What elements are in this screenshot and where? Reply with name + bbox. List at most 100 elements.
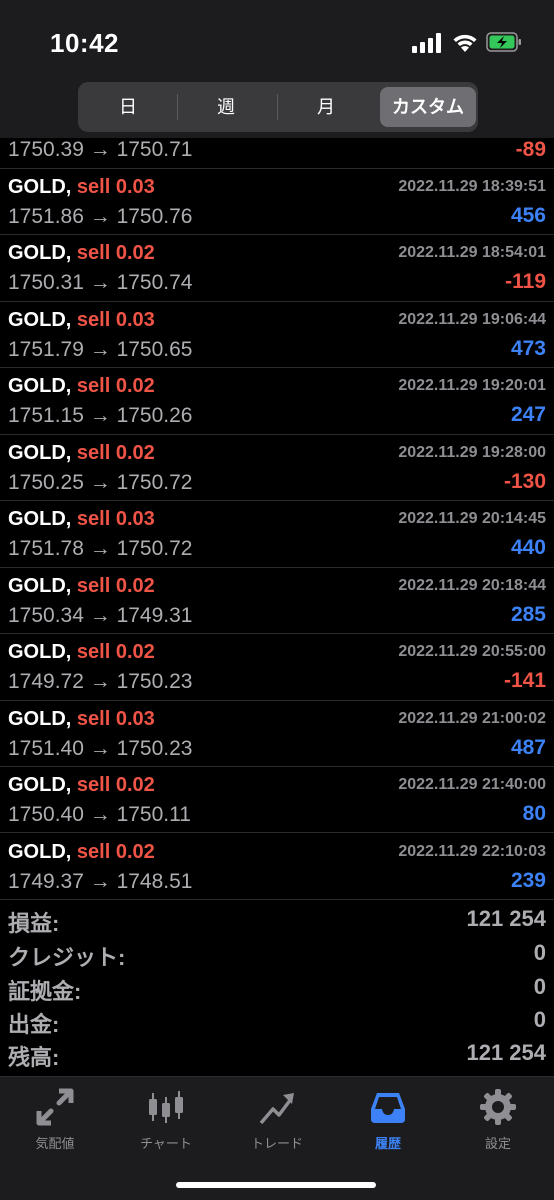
trade-row[interactable]: GOLD, sell 0.03 2022.11.29 21:00:02 1751.4… <box>0 701 554 767</box>
summary-credit-label: クレジット: <box>8 945 126 970</box>
summary-credit-row: クレジット: 0 <box>0 940 554 973</box>
summary-withdrawal-value: 0 <box>533 1007 546 1032</box>
trade-row[interactable]: GOLD, sell 0.02 2022.11.29 20:18:44 1750.3… <box>0 568 554 635</box>
trade-row[interactable]: GOLD, sell 0.02 2022.11.29 21:40:00 1750.4… <box>0 767 554 834</box>
segment-month[interactable]: 月 <box>278 87 374 127</box>
cellular-signal-icon <box>412 33 441 53</box>
trade-side-volume: sell 0.02 <box>76 242 155 265</box>
summary-profit-value: 121 254 <box>466 906 546 931</box>
trade-symbol-line: GOLD, sell 0.02 <box>8 774 155 797</box>
trade-row[interactable]: GOLD, sell 0.02 2022.11.29 19:28:00 1750.2… <box>0 435 554 502</box>
tab-history[interactable]: 履歴 <box>333 1087 443 1157</box>
trade-symbol-line: GOLD, sell 0.03 <box>8 176 155 199</box>
home-indicator <box>176 1182 376 1188</box>
status-time: 10:42 <box>50 28 119 58</box>
trade-symbol: GOLD, <box>8 774 72 797</box>
trade-datetime: 2022.11.29 22:10:03 <box>398 842 546 860</box>
trade-datetime: 2022.11.29 21:40:00 <box>398 776 546 794</box>
trade-side-volume: sell 0.02 <box>76 574 155 597</box>
trade-prices: 1750.31 → 1750.74 <box>8 271 193 295</box>
trade-profit: -119 <box>505 270 546 294</box>
segment-custom[interactable]: カスタム <box>380 87 476 127</box>
chart-icon <box>149 1091 183 1123</box>
trade-datetime: 2022.11.29 20:55:00 <box>398 643 546 661</box>
trade-row-partial[interactable]: 1750.39 → 1750.71 -89 <box>0 138 554 169</box>
summary-margin-label: 証拠金: <box>8 979 82 1004</box>
trade-symbol-line: GOLD, sell 0.02 <box>8 442 155 465</box>
trade-symbol-line: GOLD, sell 0.02 <box>8 841 155 864</box>
trade-profit: -130 <box>503 469 546 493</box>
trade-symbol: GOLD, <box>8 176 72 198</box>
trade-icon <box>259 1093 294 1125</box>
trade-datetime: 2022.11.29 18:39:51 <box>398 178 546 195</box>
tab-trade-label: トレード <box>250 1136 303 1151</box>
trade-row[interactable]: GOLD, sell 0.02 2022.11.29 19:20:01 1751.1… <box>0 368 554 435</box>
summary-balance-row: 残高: 121 254 <box>0 1040 554 1073</box>
tab-quotes-label: 気配値 <box>35 1136 75 1151</box>
trade-row[interactable]: GOLD, sell 0.03 2022.11.29 19:06:44 1751.7… <box>0 302 554 369</box>
trade-datetime: 2022.11.29 19:06:44 <box>398 310 546 328</box>
trade-row[interactable]: GOLD, sell 0.02 2022.11.29 18:54:01 1750.3… <box>0 235 554 302</box>
trade-side-volume: sell 0.03 <box>76 308 155 331</box>
trade-side-volume: sell 0.03 <box>76 176 155 198</box>
trade-profit: 80 <box>522 802 546 826</box>
trade-row[interactable]: GOLD, sell 0.02 2022.11.29 22:10:03 1749.3… <box>0 834 554 900</box>
wifi-icon <box>453 34 477 52</box>
trade-profit: -89 <box>515 138 546 161</box>
trade-prices: 1749.37 → 1748.51 <box>8 869 193 893</box>
tab-history-label: 履歴 <box>374 1136 401 1151</box>
trade-row[interactable]: GOLD, sell 0.02 2022.11.29 20:55:00 1749.7… <box>0 634 554 701</box>
quotes-icon <box>36 1088 74 1126</box>
tab-trade[interactable]: トレード <box>222 1087 332 1157</box>
trade-prices: 1750.34 → 1749.31 <box>8 603 193 627</box>
trade-symbol: GOLD, <box>8 707 72 730</box>
trade-profit: -141 <box>503 669 546 693</box>
trade-datetime: 2022.11.29 19:28:00 <box>398 443 546 461</box>
tab-settings[interactable]: 設定 <box>443 1087 553 1157</box>
trade-side-volume: sell 0.03 <box>76 508 155 531</box>
trade-datetime: 2022.11.29 21:00:02 <box>398 709 546 727</box>
tab-quotes[interactable]: 気配値 <box>0 1087 110 1157</box>
trade-side-volume: sell 0.02 <box>76 441 155 464</box>
trade-symbol-line: GOLD, sell 0.02 <box>8 575 155 598</box>
tab-settings-label: 設定 <box>484 1136 511 1151</box>
trade-profit: 456 <box>510 204 546 227</box>
trade-symbol-line: GOLD, sell 0.03 <box>8 708 155 731</box>
trade-symbol-line: GOLD, sell 0.02 <box>8 242 155 265</box>
trade-symbol-line: GOLD, sell 0.02 <box>8 375 155 398</box>
trade-symbol: GOLD, <box>8 375 72 398</box>
trade-row[interactable]: GOLD, sell 0.03 2022.11.29 20:14:45 1751.7… <box>0 501 554 568</box>
trade-symbol-line: GOLD, sell 0.02 <box>8 641 155 664</box>
status-bar: 10:42 <box>0 0 554 88</box>
segment-week[interactable]: 週 <box>178 87 274 127</box>
trade-prices: 1750.39 → 1750.71 <box>8 138 193 161</box>
battery-charging-icon <box>486 32 521 52</box>
trade-prices: 1750.25 → 1750.72 <box>8 470 193 494</box>
trade-symbol: GOLD, <box>8 641 72 664</box>
tab-chart-label: チャート <box>140 1136 192 1151</box>
trade-symbol: GOLD, <box>8 441 72 464</box>
trade-prices: 1750.40 → 1750.11 <box>8 803 191 827</box>
trade-symbol: GOLD, <box>8 242 72 265</box>
trade-profit: 487 <box>510 735 546 759</box>
tab-chart[interactable]: チャート <box>111 1087 221 1157</box>
trade-profit: 285 <box>510 602 546 626</box>
trade-symbol-line: GOLD, sell 0.03 <box>8 309 155 332</box>
trade-profit: 247 <box>510 403 546 427</box>
trade-profit: 239 <box>510 868 546 892</box>
summary-withdrawal-label: 出金: <box>8 1012 60 1037</box>
trade-prices: 1751.15 → 1750.26 <box>8 404 193 428</box>
trade-side-volume: sell 0.02 <box>76 840 155 863</box>
trade-symbol: GOLD, <box>8 508 72 531</box>
trade-prices: 1749.72 → 1750.23 <box>8 670 193 694</box>
trade-symbol: GOLD, <box>8 308 72 331</box>
trade-row[interactable]: GOLD, sell 0.03 2022.11.29 18:39:51 1751.8… <box>0 169 554 236</box>
trade-side-volume: sell 0.02 <box>76 774 155 797</box>
trade-profit: 440 <box>510 536 546 560</box>
trade-prices: 1751.40 → 1750.23 <box>8 736 193 760</box>
summary-profit-label: 損益: <box>8 911 60 936</box>
trade-datetime: 2022.11.29 18:54:01 <box>398 244 546 262</box>
trade-datetime: 2022.11.29 20:14:45 <box>398 510 546 528</box>
trade-prices: 1751.86 → 1750.76 <box>8 205 193 228</box>
segment-day[interactable]: 日 <box>80 87 176 127</box>
